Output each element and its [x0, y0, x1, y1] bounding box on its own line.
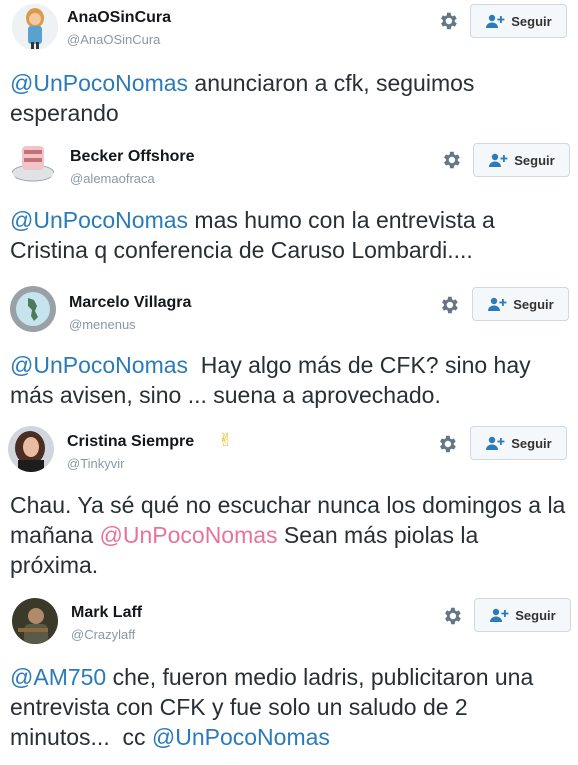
avatar[interactable] [8, 426, 54, 472]
avatar-image [10, 140, 56, 186]
avatar[interactable] [10, 286, 56, 332]
add-user-icon [490, 608, 509, 622]
avatar-image [12, 598, 58, 644]
avatar[interactable] [12, 598, 58, 644]
follow-button[interactable]: Seguir [474, 598, 571, 632]
avatar-image [8, 426, 54, 472]
follow-label: Seguir [511, 13, 552, 29]
follow-label: Seguir [511, 435, 552, 451]
user-name[interactable]: Cristina Siempre [67, 433, 194, 451]
tweet-text: @UnPocoNomas Hay algo más de CFK? sino h… [10, 350, 570, 410]
victory-hand-icon: ✌ [218, 430, 234, 450]
avatar-image [12, 4, 58, 50]
user-handle[interactable]: @Tinkyvir [67, 456, 125, 471]
tweet-text: @UnPocoNomas mas humo con la entrevista … [10, 205, 570, 265]
user-name[interactable]: Marcelo Villagra [69, 294, 191, 312]
gear-icon[interactable] [440, 149, 462, 171]
tweet-text: Chau. Ya sé qué no escuchar nunca los do… [10, 490, 570, 580]
mention-link[interactable]: @UnPocoNomas [10, 207, 188, 233]
mention-link[interactable]: @AM750 [10, 664, 106, 690]
user-handle[interactable]: @AnaOSinCura [67, 32, 160, 47]
mention-link[interactable]: @UnPocoNomas [10, 70, 188, 96]
avatar[interactable] [10, 140, 56, 186]
gear-icon[interactable] [441, 605, 463, 627]
follow-label: Seguir [514, 152, 555, 168]
add-user-icon [486, 14, 505, 28]
user-name[interactable]: Mark Laff [71, 604, 142, 622]
follow-label: Seguir [513, 296, 554, 312]
avatar[interactable] [12, 4, 58, 50]
mention-link[interactable]: @UnPocoNomas [10, 352, 188, 378]
follow-button[interactable]: Seguir [473, 143, 570, 177]
add-user-icon [489, 153, 508, 167]
follow-button[interactable]: Seguir [470, 426, 567, 460]
mention-link-2[interactable]: @UnPocoNomas [152, 724, 330, 750]
follow-button[interactable]: Seguir [470, 4, 567, 38]
mention-link[interactable]: @UnPocoNomas [100, 522, 278, 548]
tweet-text: @AM750 che, fueron medio ladris, publici… [10, 662, 570, 752]
add-user-icon [488, 297, 507, 311]
gear-icon[interactable] [436, 433, 458, 455]
follow-button[interactable]: Seguir [472, 287, 569, 321]
gear-icon[interactable] [438, 294, 460, 316]
gear-icon[interactable] [437, 10, 459, 32]
user-name[interactable]: AnaOSinCura [67, 9, 171, 27]
user-handle[interactable]: @menenus [69, 317, 136, 332]
follow-label: Seguir [515, 607, 556, 623]
add-user-icon [486, 436, 505, 450]
tweet-text: @UnPocoNomas anunciaron a cfk, seguimos … [10, 68, 570, 128]
user-handle[interactable]: @Crazylaff [71, 627, 135, 642]
avatar-image [10, 286, 56, 332]
user-name[interactable]: Becker Offshore [70, 148, 195, 166]
user-handle[interactable]: @alemaofraca [70, 171, 155, 186]
